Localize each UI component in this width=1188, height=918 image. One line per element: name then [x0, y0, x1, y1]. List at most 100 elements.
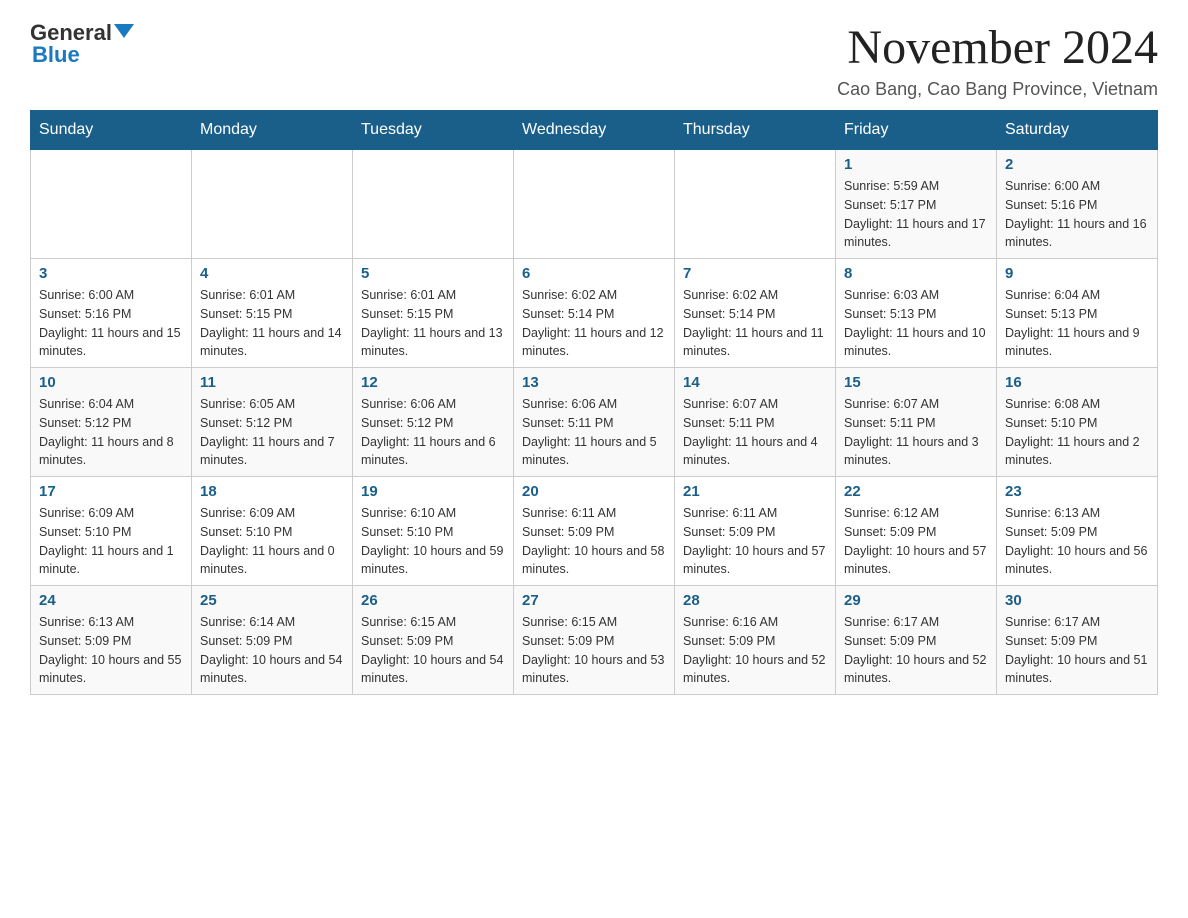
calendar-day-cell: 13Sunrise: 6:06 AM Sunset: 5:11 PM Dayli… [514, 368, 675, 477]
calendar-header-row: SundayMondayTuesdayWednesdayThursdayFrid… [31, 111, 1158, 150]
calendar-day-cell [675, 150, 836, 259]
calendar-day-cell: 23 Sunrise: 6:13 AM Sunset: 5:09 PM Dayli… [997, 477, 1158, 586]
calendar-day-cell: 27 Sunrise: 6:15 AM Sunset: 5:09 PM Dayli… [514, 586, 675, 695]
calendar-day-cell [514, 150, 675, 259]
day-info: Sunrise: 6:04 AM Sunset: 5:13 PM Dayligh… [1005, 286, 1149, 361]
day-number: 6 [522, 265, 666, 282]
main-title: November 2024 [837, 20, 1158, 75]
calendar-day-header: Saturday [997, 111, 1158, 150]
calendar-day-cell: 26 Sunrise: 6:15 AM Sunset: 5:09 PM Dayli… [353, 586, 514, 695]
day-info: Sunrise: 5:59 AM Sunset: 5:17 PM Dayligh… [844, 177, 988, 252]
calendar-day-cell: 29 Sunrise: 6:17 AM Sunset: 5:09 PM Dayli… [836, 586, 997, 695]
day-number: 15 [844, 374, 988, 391]
day-number: 26 [361, 592, 505, 609]
day-info: Sunrise: 6:16 AM Sunset: 5:09 PM Dayligh… [683, 613, 827, 688]
day-info: Sunrise: 6:06 AM Sunset: 5:12 PM Dayligh… [361, 395, 505, 470]
day-info: Sunrise: 6:13 AM Sunset: 5:09 PM Dayligh… [39, 613, 183, 688]
day-number: 21 [683, 483, 827, 500]
day-number: 18 [200, 483, 344, 500]
day-info: Sunrise: 6:07 AM Sunset: 5:11 PM Dayligh… [844, 395, 988, 470]
calendar-day-cell: 6 Sunrise: 6:02 AM Sunset: 5:14 PM Daylig… [514, 259, 675, 368]
day-info: Sunrise: 6:12 AM Sunset: 5:09 PM Dayligh… [844, 504, 988, 579]
day-info: Sunrise: 6:17 AM Sunset: 5:09 PM Dayligh… [844, 613, 988, 688]
calendar-day-header: Sunday [31, 111, 192, 150]
day-number: 19 [361, 483, 505, 500]
day-number: 30 [1005, 592, 1149, 609]
calendar-day-header: Friday [836, 111, 997, 150]
day-number: 10 [39, 374, 183, 391]
calendar-day-cell: 25 Sunrise: 6:14 AM Sunset: 5:09 PM Dayli… [192, 586, 353, 695]
calendar-week-row: 24 Sunrise: 6:13 AM Sunset: 5:09 PM Dayli… [31, 586, 1158, 695]
calendar-day-cell: 12Sunrise: 6:06 AM Sunset: 5:12 PM Dayli… [353, 368, 514, 477]
calendar-day-cell: 21 Sunrise: 6:11 AM Sunset: 5:09 PM Dayli… [675, 477, 836, 586]
calendar-day-cell [192, 150, 353, 259]
calendar-day-cell [31, 150, 192, 259]
day-number: 17 [39, 483, 183, 500]
day-info: Sunrise: 6:05 AM Sunset: 5:12 PM Dayligh… [200, 395, 344, 470]
day-info: Sunrise: 6:09 AM Sunset: 5:10 PM Dayligh… [39, 504, 183, 579]
title-section: November 2024 Cao Bang, Cao Bang Provinc… [837, 20, 1158, 100]
day-number: 27 [522, 592, 666, 609]
day-info: Sunrise: 6:08 AM Sunset: 5:10 PM Dayligh… [1005, 395, 1149, 470]
calendar-day-cell: 15 Sunrise: 6:07 AM Sunset: 5:11 PM Dayli… [836, 368, 997, 477]
calendar-day-cell: 4Sunrise: 6:01 AM Sunset: 5:15 PM Daylig… [192, 259, 353, 368]
day-info: Sunrise: 6:01 AM Sunset: 5:15 PM Dayligh… [200, 286, 344, 361]
calendar-day-cell: 18Sunrise: 6:09 AM Sunset: 5:10 PM Dayli… [192, 477, 353, 586]
calendar-day-header: Tuesday [353, 111, 514, 150]
calendar-day-cell: 17 Sunrise: 6:09 AM Sunset: 5:10 PM Dayli… [31, 477, 192, 586]
calendar-day-cell: 10 Sunrise: 6:04 AM Sunset: 5:12 PM Dayli… [31, 368, 192, 477]
day-info: Sunrise: 6:00 AM Sunset: 5:16 PM Dayligh… [1005, 177, 1149, 252]
page-header: General Blue November 2024 Cao Bang, Cao… [30, 20, 1158, 100]
day-number: 22 [844, 483, 988, 500]
calendar-day-cell: 19 Sunrise: 6:10 AM Sunset: 5:10 PM Dayli… [353, 477, 514, 586]
day-info: Sunrise: 6:07 AM Sunset: 5:11 PM Dayligh… [683, 395, 827, 470]
calendar-day-cell: 14 Sunrise: 6:07 AM Sunset: 5:11 PM Dayli… [675, 368, 836, 477]
day-number: 28 [683, 592, 827, 609]
calendar-day-cell: 5 Sunrise: 6:01 AM Sunset: 5:15 PM Daylig… [353, 259, 514, 368]
day-number: 23 [1005, 483, 1149, 500]
day-info: Sunrise: 6:04 AM Sunset: 5:12 PM Dayligh… [39, 395, 183, 470]
calendar-day-cell: 28 Sunrise: 6:16 AM Sunset: 5:09 PM Dayli… [675, 586, 836, 695]
calendar-day-cell: 24 Sunrise: 6:13 AM Sunset: 5:09 PM Dayli… [31, 586, 192, 695]
day-info: Sunrise: 6:17 AM Sunset: 5:09 PM Dayligh… [1005, 613, 1149, 688]
logo-arrow-icon [114, 24, 134, 38]
day-number: 7 [683, 265, 827, 282]
calendar-day-cell: 7Sunrise: 6:02 AM Sunset: 5:14 PM Daylig… [675, 259, 836, 368]
calendar-day-cell: 9 Sunrise: 6:04 AM Sunset: 5:13 PM Daylig… [997, 259, 1158, 368]
day-number: 11 [200, 374, 344, 391]
day-number: 8 [844, 265, 988, 282]
day-number: 13 [522, 374, 666, 391]
day-info: Sunrise: 6:10 AM Sunset: 5:10 PM Dayligh… [361, 504, 505, 579]
day-number: 1 [844, 156, 988, 173]
logo: General Blue [30, 20, 134, 68]
calendar-day-header: Thursday [675, 111, 836, 150]
day-number: 9 [1005, 265, 1149, 282]
day-number: 14 [683, 374, 827, 391]
calendar-day-cell: 20Sunrise: 6:11 AM Sunset: 5:09 PM Dayli… [514, 477, 675, 586]
calendar-day-cell: 22 Sunrise: 6:12 AM Sunset: 5:09 PM Dayli… [836, 477, 997, 586]
day-info: Sunrise: 6:02 AM Sunset: 5:14 PM Dayligh… [522, 286, 666, 361]
day-info: Sunrise: 6:14 AM Sunset: 5:09 PM Dayligh… [200, 613, 344, 688]
calendar-day-cell: 30 Sunrise: 6:17 AM Sunset: 5:09 PM Dayli… [997, 586, 1158, 695]
calendar-week-row: 10 Sunrise: 6:04 AM Sunset: 5:12 PM Dayli… [31, 368, 1158, 477]
day-info: Sunrise: 6:03 AM Sunset: 5:13 PM Dayligh… [844, 286, 988, 361]
day-info: Sunrise: 6:01 AM Sunset: 5:15 PM Dayligh… [361, 286, 505, 361]
day-number: 25 [200, 592, 344, 609]
day-number: 16 [1005, 374, 1149, 391]
day-info: Sunrise: 6:11 AM Sunset: 5:09 PM Dayligh… [522, 504, 666, 579]
calendar-week-row: 1 Sunrise: 5:59 AM Sunset: 5:17 PM Daylig… [31, 150, 1158, 259]
calendar-day-header: Wednesday [514, 111, 675, 150]
calendar-week-row: 17 Sunrise: 6:09 AM Sunset: 5:10 PM Dayli… [31, 477, 1158, 586]
day-info: Sunrise: 6:15 AM Sunset: 5:09 PM Dayligh… [361, 613, 505, 688]
calendar-day-cell [353, 150, 514, 259]
day-info: Sunrise: 6:00 AM Sunset: 5:16 PM Dayligh… [39, 286, 183, 361]
day-number: 29 [844, 592, 988, 609]
day-info: Sunrise: 6:15 AM Sunset: 5:09 PM Dayligh… [522, 613, 666, 688]
calendar-day-cell: 8 Sunrise: 6:03 AM Sunset: 5:13 PM Daylig… [836, 259, 997, 368]
calendar-day-cell: 11 Sunrise: 6:05 AM Sunset: 5:12 PM Dayli… [192, 368, 353, 477]
day-number: 24 [39, 592, 183, 609]
day-number: 5 [361, 265, 505, 282]
day-info: Sunrise: 6:11 AM Sunset: 5:09 PM Dayligh… [683, 504, 827, 579]
day-info: Sunrise: 6:13 AM Sunset: 5:09 PM Dayligh… [1005, 504, 1149, 579]
subtitle: Cao Bang, Cao Bang Province, Vietnam [837, 79, 1158, 100]
